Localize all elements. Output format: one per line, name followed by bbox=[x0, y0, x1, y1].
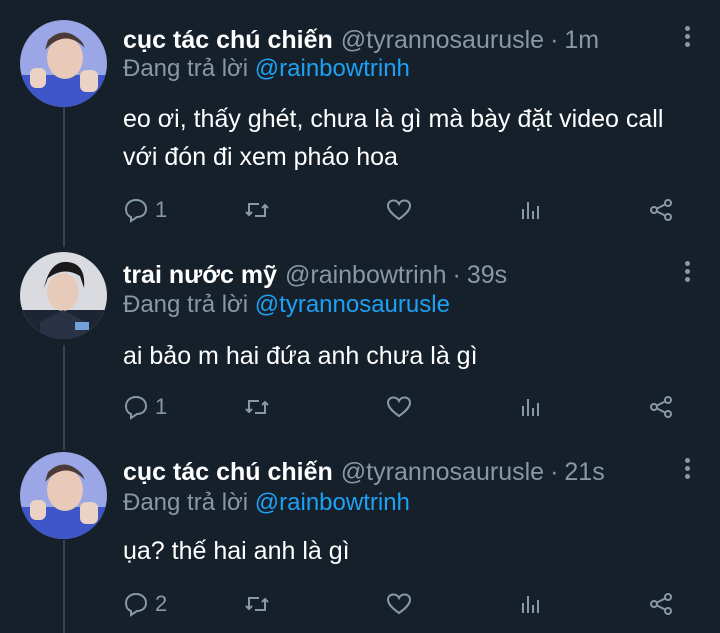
retweet-icon bbox=[245, 400, 269, 414]
reply-prefix: Đang trả lời bbox=[123, 489, 249, 516]
display-name[interactable]: cục tác chú chiến bbox=[123, 456, 333, 488]
heart-icon bbox=[386, 593, 412, 615]
reply-count: 2 bbox=[155, 591, 168, 616]
share-button[interactable] bbox=[648, 392, 674, 422]
tweet-header: cục tác chú chiến @tyrannosaurusle · 21s bbox=[123, 456, 605, 488]
more-vertical-icon[interactable] bbox=[682, 26, 692, 50]
tweet-text: ai bảo m hai đứa anh chưa là gì bbox=[123, 337, 693, 375]
tweet[interactable]: cục tác chú chiến @tyrannosaurusle · 21s… bbox=[0, 452, 720, 633]
user-handle[interactable]: @tyrannosaurusle bbox=[341, 24, 544, 56]
separator: · bbox=[452, 261, 461, 289]
separator: · bbox=[550, 26, 559, 54]
reply-prefix: Đang trả lời bbox=[123, 291, 249, 318]
analytics-icon bbox=[522, 596, 539, 613]
share-icon bbox=[650, 593, 672, 615]
tweet-text-line: ai bảo m hai đứa anh chưa là gì bbox=[123, 342, 478, 370]
timestamp[interactable]: 1m bbox=[564, 24, 599, 56]
share-button[interactable] bbox=[648, 589, 674, 619]
user-handle[interactable]: @rainbowtrinh bbox=[285, 259, 447, 291]
tweet-text: ụa? thế hai anh là gì bbox=[123, 532, 693, 570]
reply-button[interactable]: 1 bbox=[123, 392, 167, 422]
display-name[interactable]: trai nước mỹ bbox=[123, 259, 277, 291]
heart-icon bbox=[386, 396, 412, 418]
action-bar: 1 bbox=[118, 392, 688, 422]
share-icon bbox=[650, 199, 672, 221]
action-bar: 1 bbox=[118, 195, 688, 225]
like-button[interactable] bbox=[386, 589, 412, 619]
tweet[interactable]: trai nước mỹ @rainbowtrinh · 39s Đang tr… bbox=[0, 252, 720, 425]
tweet[interactable]: cục tác chú chiến @tyrannosaurusle · 1m … bbox=[0, 20, 720, 230]
mention-link[interactable]: @rainbowtrinh bbox=[255, 55, 410, 82]
separator: · bbox=[550, 458, 559, 486]
reply-count: 1 bbox=[155, 394, 168, 419]
avatar[interactable] bbox=[20, 452, 107, 539]
analytics-button[interactable] bbox=[518, 392, 544, 422]
reply-button[interactable]: 1 bbox=[123, 195, 167, 225]
avatar[interactable] bbox=[20, 20, 107, 107]
reply-icon bbox=[124, 198, 148, 223]
reply-prefix: Đang trả lời bbox=[123, 55, 249, 82]
analytics-icon bbox=[522, 202, 539, 219]
more-vertical-icon[interactable] bbox=[682, 458, 692, 482]
display-name[interactable]: cục tác chú chiến bbox=[123, 24, 333, 56]
like-button[interactable] bbox=[386, 195, 412, 225]
reply-context: Đang trả lời @rainbowtrinh bbox=[123, 488, 410, 518]
retweet-button[interactable] bbox=[244, 392, 270, 422]
tweet-header: trai nước mỹ @rainbowtrinh · 39s bbox=[123, 259, 507, 291]
timestamp[interactable]: 39s bbox=[467, 259, 507, 291]
like-button[interactable] bbox=[386, 392, 412, 422]
retweet-icon bbox=[245, 597, 269, 611]
reply-count: 1 bbox=[155, 197, 168, 222]
tweet-text-line: với đón đi xem pháo hoa bbox=[123, 143, 398, 171]
share-button[interactable] bbox=[648, 195, 674, 225]
timestamp[interactable]: 21s bbox=[564, 456, 604, 488]
retweet-button[interactable] bbox=[244, 589, 270, 619]
retweet-icon bbox=[245, 203, 269, 217]
tweet-text: eo ơi, thấy ghét, chưa là gì mà bày đặt … bbox=[123, 100, 693, 176]
tweet-header: cục tác chú chiến @tyrannosaurusle · 1m bbox=[123, 24, 599, 56]
heart-icon bbox=[386, 199, 412, 221]
reply-icon bbox=[124, 592, 148, 617]
action-bar: 2 bbox=[118, 589, 688, 619]
reply-context: Đang trả lời @rainbowtrinh bbox=[123, 54, 410, 84]
tweet-text-line: ụa? thế hai anh là gì bbox=[123, 537, 350, 565]
share-icon bbox=[650, 396, 672, 418]
reply-icon bbox=[124, 395, 148, 420]
reply-button[interactable]: 2 bbox=[123, 589, 167, 619]
tweet-text-line: eo ơi, thấy ghét, chưa là gì mà bày đặt … bbox=[123, 105, 664, 133]
user-handle[interactable]: @tyrannosaurusle bbox=[341, 456, 544, 488]
mention-link[interactable]: @tyrannosaurusle bbox=[255, 291, 450, 318]
analytics-icon bbox=[522, 399, 539, 416]
mention-link[interactable]: @rainbowtrinh bbox=[255, 489, 410, 516]
retweet-button[interactable] bbox=[244, 195, 270, 225]
analytics-button[interactable] bbox=[518, 195, 544, 225]
avatar[interactable] bbox=[20, 252, 107, 339]
analytics-button[interactable] bbox=[518, 589, 544, 619]
more-vertical-icon[interactable] bbox=[682, 261, 692, 285]
reply-context: Đang trả lời @tyrannosaurusle bbox=[123, 290, 450, 320]
